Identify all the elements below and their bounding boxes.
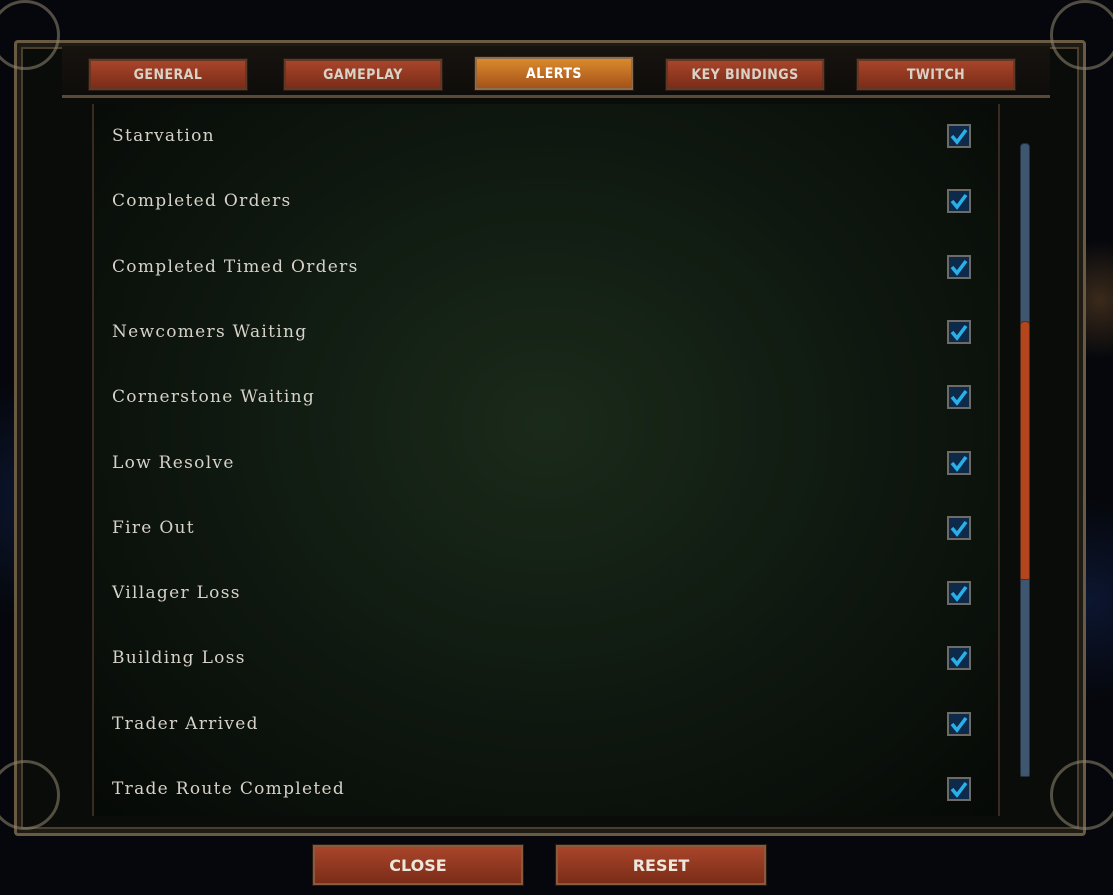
alert-label: Starvation <box>112 126 215 146</box>
checkmark-icon <box>950 390 968 407</box>
alert-label: Completed Orders <box>112 191 292 212</box>
alert-label: Building Loss <box>112 648 246 669</box>
alert-row: Completed Timed Orders <box>112 252 982 282</box>
alert-label: Completed Timed Orders <box>112 256 359 277</box>
alert-label: Low Resolve <box>112 452 235 473</box>
checkmark-icon <box>950 455 968 472</box>
checkmark-icon <box>950 586 968 602</box>
checkmark-icon <box>950 781 968 798</box>
tab-gameplay[interactable]: GAMEPLAY <box>282 58 444 91</box>
alert-row: Trader Arrived <box>112 709 982 739</box>
tab-twitch[interactable]: TWITCH <box>855 58 1017 91</box>
alert-label: Trade Route Completed <box>112 779 346 799</box>
alert-checkbox[interactable] <box>947 581 971 606</box>
alert-label: Villager Loss <box>112 583 241 604</box>
checkmark-icon <box>950 324 968 341</box>
checkmark-icon <box>950 128 968 145</box>
alert-row: Cornerstone Waiting <box>112 382 982 412</box>
alert-checkbox[interactable] <box>947 319 971 344</box>
alert-checkbox[interactable] <box>947 450 971 475</box>
alert-row: Low Resolve <box>112 448 982 478</box>
alert-row: Completed Orders <box>112 186 982 216</box>
scrollbar-thumb[interactable] <box>1020 320 1030 581</box>
alert-row: Fire Out <box>112 513 982 543</box>
checkmark-icon <box>950 520 968 537</box>
alert-checkbox[interactable] <box>947 124 971 148</box>
checkmark-icon <box>950 259 968 276</box>
checkmark-icon <box>950 716 968 733</box>
alert-checkbox[interactable] <box>947 385 971 410</box>
tab-alerts[interactable]: ALERTS <box>473 56 635 91</box>
checkmark-icon <box>950 194 968 211</box>
alert-row: Newcomers Waiting <box>112 317 982 347</box>
reset-button[interactable]: RESET <box>555 844 767 886</box>
ornament-bottom-right <box>1050 760 1113 830</box>
alert-checkbox[interactable] <box>947 254 971 279</box>
alert-row: Starvation <box>112 121 982 151</box>
alert-checkbox[interactable] <box>947 777 971 801</box>
close-button[interactable]: CLOSE <box>312 844 524 886</box>
alert-checkbox[interactable] <box>947 646 971 671</box>
alert-checkbox[interactable] <box>947 189 971 214</box>
alert-row: Building Loss <box>112 643 982 673</box>
alert-checkbox[interactable] <box>947 515 971 540</box>
alert-label: Trader Arrived <box>112 713 259 734</box>
tab-general[interactable]: GENERAL <box>87 58 249 91</box>
alert-checkbox[interactable] <box>947 711 971 736</box>
alert-row: Villager Loss <box>112 578 982 608</box>
ornament-top-right <box>1050 0 1113 70</box>
alert-label: Newcomers Waiting <box>112 321 308 342</box>
alert-label: Cornerstone Waiting <box>112 387 316 408</box>
tab-key-bindings[interactable]: KEY BINDINGS <box>664 58 826 91</box>
alert-label: Fire Out <box>112 517 195 538</box>
alert-row: Trade Route Completed <box>112 774 982 804</box>
checkmark-icon <box>950 651 968 668</box>
